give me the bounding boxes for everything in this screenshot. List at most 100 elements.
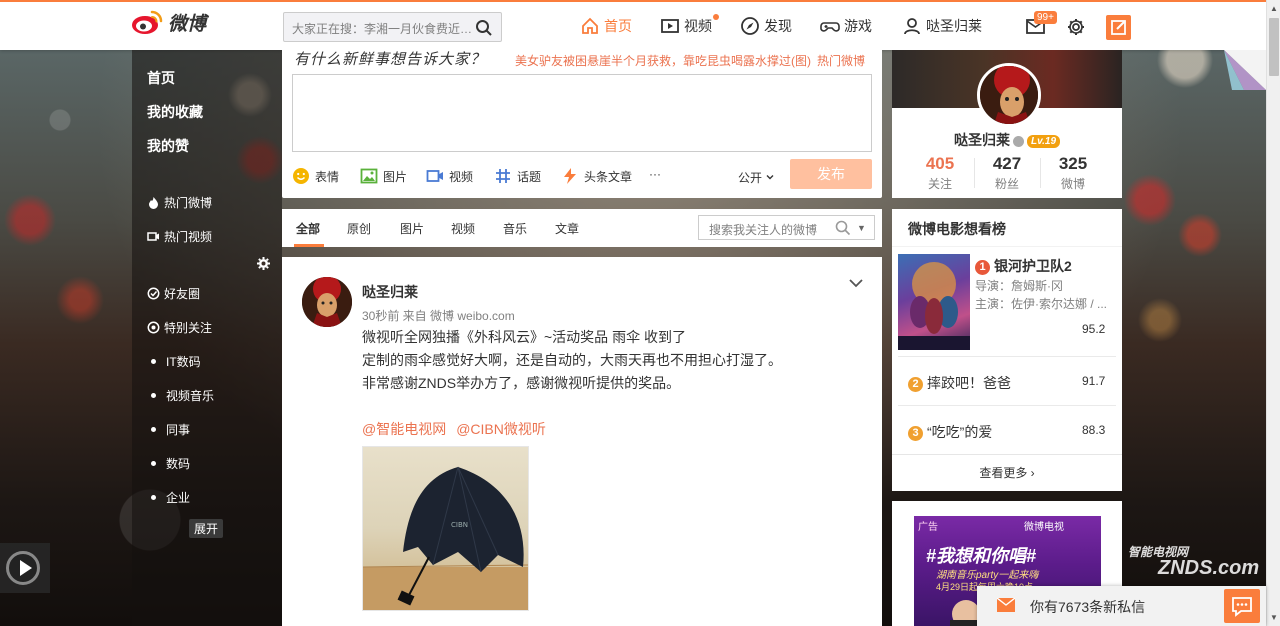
tab-all[interactable]: 全部 (296, 220, 320, 237)
see-more-label: 查看更多 (979, 466, 1028, 480)
friends-circle-icon (147, 287, 160, 300)
video-camera-icon (147, 232, 159, 241)
mention-link[interactable]: @智能电视网 (362, 421, 446, 437)
sidebar-item-likes[interactable]: 我的赞 (147, 136, 189, 156)
tab-images[interactable]: 图片 (400, 220, 424, 237)
sidebar-group-video-music[interactable]: 视频音乐 (147, 387, 214, 404)
nav-game[interactable]: 游戏 (820, 16, 872, 36)
movie-row[interactable]: 3 “吃吃”的爱 (908, 422, 992, 442)
tab-articles[interactable]: 文章 (555, 220, 579, 237)
umbrella-brand-text: CIBN (451, 521, 468, 529)
more-tools-button[interactable]: ··· (649, 167, 661, 181)
search-input[interactable]: 大家正在搜：李湘一月伙食费近… (283, 12, 502, 42)
video-icon (661, 19, 679, 33)
sidebar-group-enterprise[interactable]: 企业 (147, 489, 190, 506)
search-icon[interactable] (475, 19, 493, 37)
stat-value: 405 (925, 154, 955, 173)
video-upload-button[interactable]: 视频 (426, 167, 473, 185)
scroll-up-arrow-icon[interactable]: ▲ (1270, 4, 1278, 13)
chevron-down-icon[interactable] (848, 275, 864, 291)
stat-value: 325 (1058, 154, 1088, 173)
movie-title-text: 摔跤吧！爸爸 (927, 375, 1011, 391)
tab-music[interactable]: 音乐 (503, 220, 527, 237)
stat-divider (1040, 158, 1041, 188)
sidebar-item-home[interactable]: 首页 (147, 68, 175, 88)
followed-search-input[interactable]: 搜索我关注人的微博 ▼ (698, 215, 875, 240)
publish-button[interactable]: 发布 (790, 159, 872, 189)
stat-divider (974, 158, 975, 188)
sidebar-group-colleagues[interactable]: 同事 (147, 421, 190, 438)
sidebar-group-digital[interactable]: 数码 (147, 455, 190, 472)
gear-icon[interactable] (1066, 17, 1086, 37)
nav-user[interactable]: 哒圣归莱 (902, 16, 982, 36)
hot-news-link[interactable]: 美女驴友被困悬崖半个月获救，靠吃昆虫喝露水撑过(图) 热门微博 (515, 52, 865, 69)
weibo-logo[interactable]: 微博 (130, 8, 206, 36)
stat-followers[interactable]: 427 粉丝 (977, 154, 1037, 192)
compose-textarea[interactable] (292, 74, 872, 152)
sidebar-settings-gear-icon[interactable] (256, 256, 271, 271)
post-mentions: @智能电视网 @CIBN微视听 (362, 419, 556, 439)
post-author[interactable]: 哒圣归莱 (362, 282, 418, 302)
hot-news-text: 美女驴友被困悬崖半个月获救，靠吃昆虫喝露水撑过(图) (515, 54, 811, 68)
rank-badge: 3 (908, 425, 923, 441)
nav-home[interactable]: 首页 (580, 16, 632, 36)
sidebar-item-label: IT数码 (166, 355, 201, 369)
emoji-button[interactable]: 表情 (292, 167, 339, 185)
active-tab-indicator (294, 244, 324, 247)
lightning-icon (564, 168, 576, 184)
chat-bubble-icon (1232, 597, 1252, 617)
tab-videos[interactable]: 视频 (451, 220, 475, 237)
visibility-select[interactable]: 公开 (738, 169, 775, 186)
play-icon[interactable] (0, 543, 50, 593)
search-icon[interactable] (835, 220, 851, 236)
scroll-down-arrow-icon[interactable]: ▼ (1270, 613, 1278, 622)
scrollbar-thumb[interactable] (1269, 18, 1279, 76)
page-scrollbar[interactable]: ▲ ▼ (1266, 0, 1280, 626)
sidebar-item-favorites[interactable]: 我的收藏 (147, 102, 203, 122)
movie-title[interactable]: 1 银河护卫队2 (975, 256, 1072, 276)
nav-video-label: 视频 (684, 18, 712, 34)
compose-button[interactable] (1106, 15, 1131, 40)
tab-original[interactable]: 原创 (347, 220, 371, 237)
profile-name[interactable]: 哒圣归莱 Lv.19 (892, 130, 1122, 150)
movie-title-text: “吃吃”的爱 (927, 424, 993, 440)
stat-posts[interactable]: 325 微博 (1043, 154, 1103, 192)
stat-following[interactable]: 405 关注 (910, 154, 970, 192)
umbrella-photo: CIBN (363, 466, 528, 610)
bullet-icon (151, 495, 156, 500)
sidebar-item-special[interactable]: 特别关注 (147, 319, 212, 336)
sidebar-expand-button[interactable]: 展开 (189, 519, 224, 538)
profile-card: 哒圣归莱 Lv.19 405 关注 427 粉丝 325 微博 (892, 50, 1122, 198)
movie-poster[interactable] (898, 254, 970, 350)
new-message-toast[interactable]: 你有7673条新私信 (977, 586, 1266, 626)
article-button[interactable]: 头条文章 (561, 167, 632, 185)
sidebar-item-hot-video[interactable]: 热门视频 (147, 228, 212, 245)
nav-discover[interactable]: 发现 (740, 16, 792, 36)
sidebar-group-it[interactable]: IT数码 (147, 353, 201, 370)
divider (898, 405, 1116, 406)
movie-score: 95.2 (1082, 322, 1106, 336)
movie-row[interactable]: 2 摔跤吧！爸爸 (908, 373, 1011, 393)
nav-user-label: 哒圣归莱 (926, 18, 982, 34)
left-sidebar: 首页 我的收藏 我的赞 热门微博 热门视频 好友圈 特别关注 IT数码 视频音乐… (132, 50, 282, 626)
topic-button[interactable]: 话题 (494, 167, 541, 185)
sidebar-item-label: 同事 (166, 423, 191, 437)
avatar[interactable] (977, 63, 1041, 127)
see-more-link[interactable]: 查看更多 › (892, 464, 1122, 481)
post-image[interactable]: CIBN (362, 446, 529, 611)
chat-button[interactable] (1224, 589, 1260, 623)
image-button[interactable]: 图片 (360, 167, 407, 185)
movie-score: 91.7 (1082, 374, 1106, 388)
dropdown-arrow-icon[interactable]: ▼ (857, 223, 866, 233)
sidebar-item-hot-weibo[interactable]: 热门微博 (147, 194, 212, 211)
avatar[interactable] (302, 277, 352, 327)
nav-video[interactable]: 视频 (660, 14, 719, 36)
mention-link[interactable]: @CIBN微视听 (456, 421, 546, 437)
sidebar-item-friends[interactable]: 好友圈 (147, 285, 200, 302)
music-player-widget[interactable] (0, 543, 50, 593)
avatar-image (302, 277, 352, 327)
bullet-icon (151, 393, 156, 398)
page-corner-fold-icon[interactable] (1224, 50, 1266, 90)
image-icon (360, 168, 378, 184)
movie-title-text: 银河护卫队2 (994, 258, 1072, 274)
